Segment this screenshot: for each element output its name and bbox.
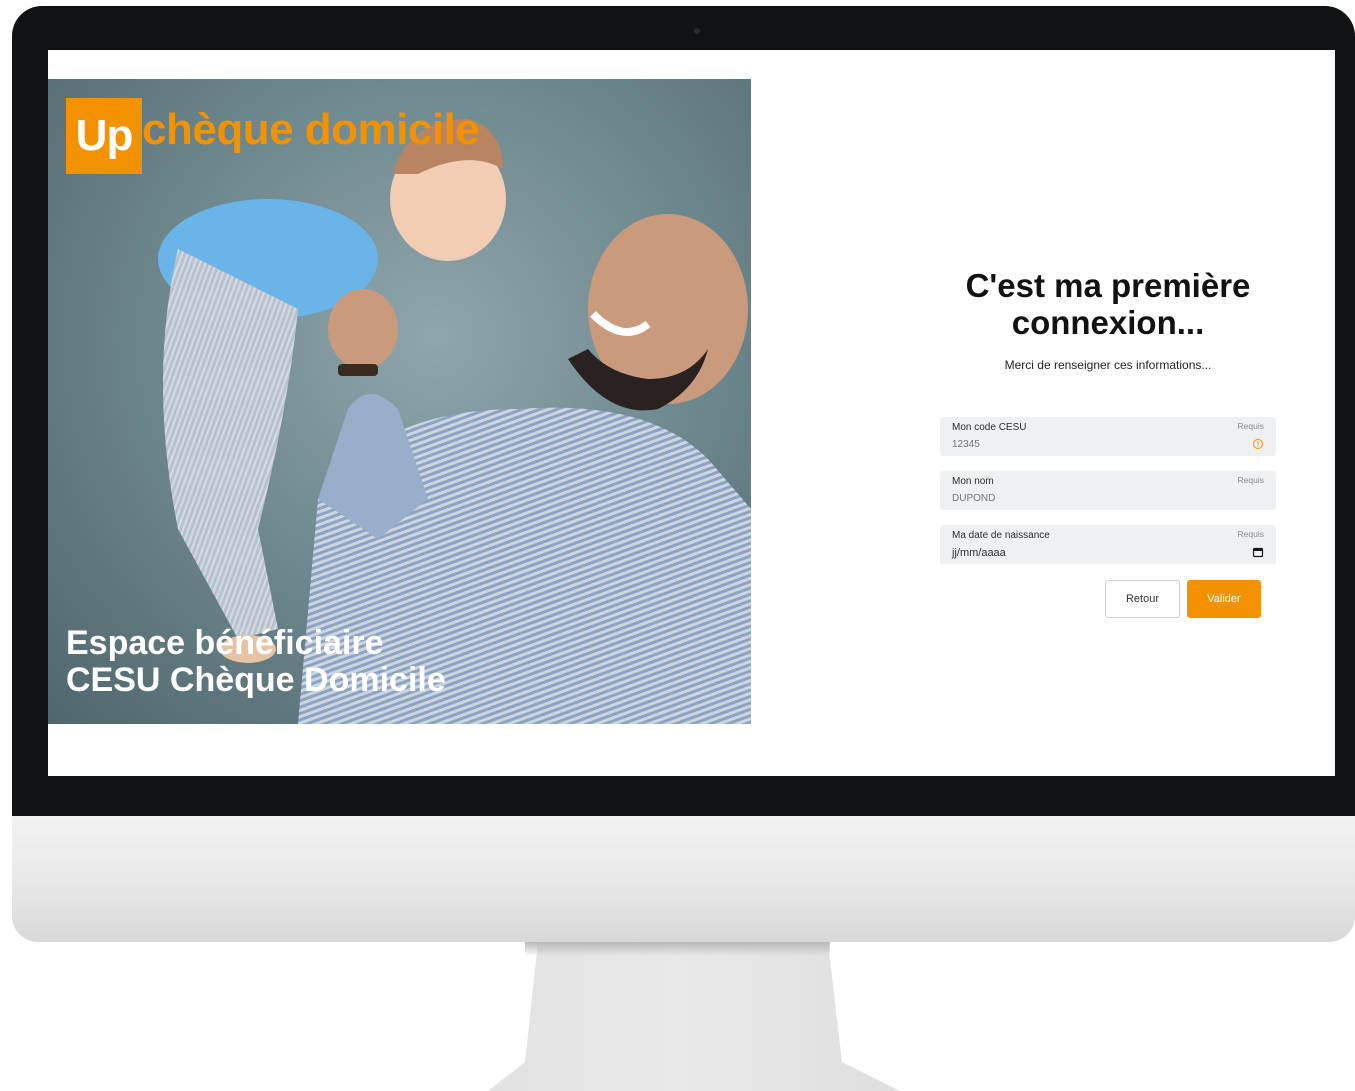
field-label: Ma date de naissance [952,530,1050,541]
last-name-input[interactable] [952,493,1202,504]
birthdate-input[interactable]: jj/mm/aaaa [952,547,1202,559]
hero-title-line1: Espace bénéficiaire [66,624,384,662]
required-indicator: Requis [1237,421,1264,431]
monitor-stand [488,942,900,1091]
last-name-field[interactable]: Mon nom Requis [940,471,1276,510]
hero-image: Up chèque domicile Espace bénéficiaire C… [48,79,751,724]
page-title: C'est ma première connexion... [965,267,1251,341]
hero-title-line2: CESU Chèque Domicile [66,661,446,699]
field-label: Mon nom [952,476,994,487]
field-label: Mon code CESU [952,422,1027,433]
page-subtitle: Merci de renseigner ces informations... [1004,358,1212,372]
hero-title: Espace bénéficiaire CESU Chèque Domicile [66,625,446,699]
info-circle-icon [1253,439,1263,449]
up-logo-mark: Up [66,98,142,174]
submit-button[interactable]: Valider [1187,580,1261,618]
camera-dot [694,28,700,34]
required-indicator: Requis [1237,529,1264,539]
required-indicator: Requis [1237,475,1264,485]
cesu-code-field[interactable]: Mon code CESU Requis [940,417,1276,456]
screen: Up chèque domicile Espace bénéficiaire C… [48,50,1335,776]
brand-logo-text: chèque domicile [142,105,480,154]
back-button[interactable]: Retour [1105,580,1180,618]
cesu-code-input[interactable] [952,439,1202,450]
birthdate-field[interactable]: Ma date de naissance Requis jj/mm/aaaa [940,525,1276,564]
monitor-chin [12,816,1355,942]
calendar-icon[interactable] [1252,546,1264,558]
stand-shadow [525,942,830,956]
